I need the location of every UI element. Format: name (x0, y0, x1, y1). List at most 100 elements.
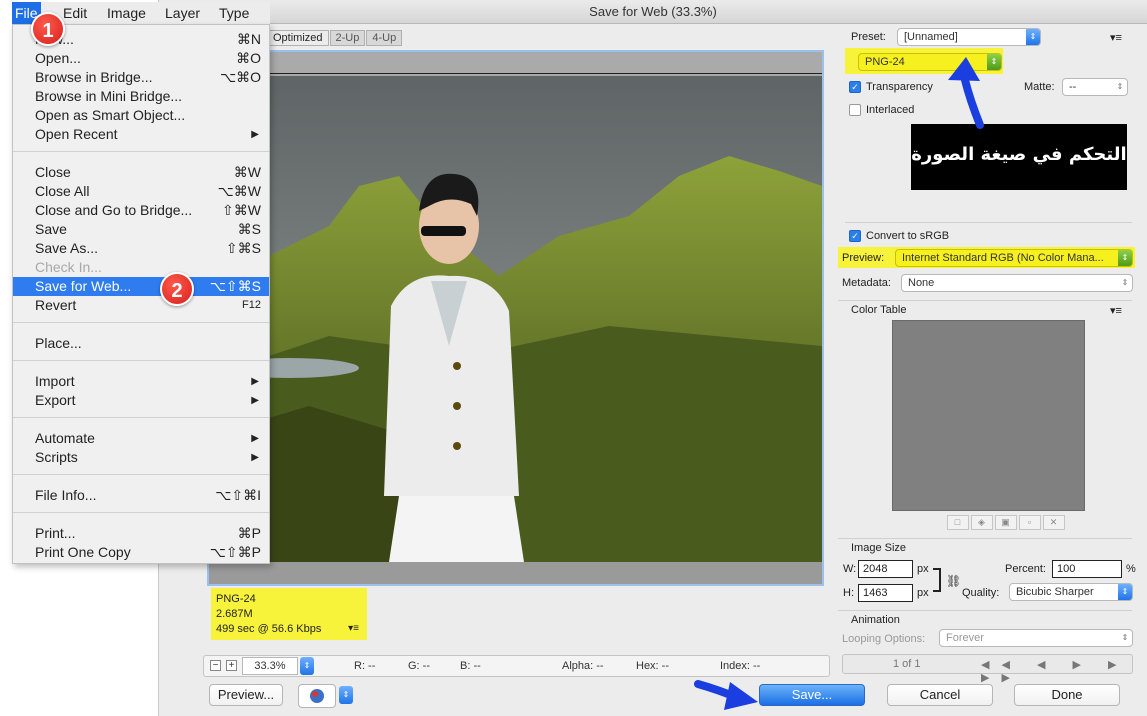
trash-icon[interactable]: ✕ (1042, 515, 1065, 530)
matte-label: Matte: (1024, 81, 1055, 93)
preset-label: Preset: (851, 31, 886, 43)
preset-select[interactable]: [Unnamed] ⇕ (897, 28, 1041, 46)
done-button[interactable]: Done (1014, 684, 1120, 706)
animation-controls: 1 of 1 ◀◀ ◀ ▶ ▶ ▶▶ (842, 654, 1133, 684)
menu-item-import[interactable]: Import ▶ (13, 372, 269, 391)
link-chain-icon[interactable]: ⛓ (946, 574, 961, 588)
browser-globe-icon (310, 689, 324, 703)
menu-item-close-all[interactable]: Close All ⌥⌘W (13, 182, 269, 201)
menu-item-save-as[interactable]: Save As... ⇧⌘S (13, 239, 269, 258)
matte-select[interactable]: -- ⇕ (1062, 78, 1128, 96)
menu-type[interactable]: Type (219, 5, 249, 21)
info-file-size: 2.687M (216, 608, 253, 620)
chevron-updown-icon: ⇕ (1121, 278, 1129, 287)
menu-separator (13, 360, 269, 361)
browser-dropdown-icon[interactable]: ⇕ (339, 686, 353, 704)
color-table-label: Color Table (851, 304, 907, 316)
screenshot: Save for Web (33.3%) Optimized 2-Up 4-Up (0, 0, 1147, 716)
menu-item-save[interactable]: Save ⌘S (13, 220, 269, 239)
divider (838, 610, 1132, 611)
info-menu-icon[interactable]: ▾≡ (348, 621, 359, 636)
chevron-updown-icon: ⇕ (1026, 29, 1040, 45)
menu-item-export[interactable]: Export ▶ (13, 391, 269, 410)
looping-select[interactable]: Forever ⇕ (939, 629, 1133, 647)
lock-icon[interactable]: ▣ (994, 515, 1017, 530)
looping-label: Looping Options: (842, 633, 926, 645)
menu-edit[interactable]: Edit (63, 5, 87, 21)
menu-item-automate[interactable]: Automate ▶ (13, 429, 269, 448)
tab-4-up[interactable]: 4-Up (366, 30, 403, 46)
percent-field[interactable]: 100 (1052, 560, 1122, 578)
width-field[interactable]: 2048 (858, 560, 913, 578)
zoom-level[interactable]: 33.3% (242, 657, 298, 675)
cancel-button[interactable]: Cancel (887, 684, 993, 706)
canvas-border-top (209, 52, 822, 74)
divider (838, 300, 1132, 301)
menu-item-close[interactable]: Close ⌘W (13, 163, 269, 182)
image-preview-area[interactable] (207, 50, 824, 586)
chevron-updown-icon: ⇕ (1116, 82, 1124, 91)
menu-item-file-info[interactable]: File Info... ⌥⇧⌘I (13, 486, 269, 505)
alpha-readout: Alpha: -- (562, 660, 604, 672)
menu-item-place[interactable]: Place... (13, 334, 269, 353)
menu-layer[interactable]: Layer (165, 5, 200, 21)
looping-value: Forever (946, 632, 984, 644)
tab-optimized[interactable]: Optimized (267, 30, 329, 46)
tab-2-up[interactable]: 2-Up (329, 30, 366, 46)
metadata-label: Metadata: (842, 277, 891, 289)
menu-item-close-go-bridge[interactable]: Close and Go to Bridge... ⇧⌘W (13, 201, 269, 220)
menu-item-browse-bridge[interactable]: Browse in Bridge... ⌥⌘O (13, 68, 269, 87)
color-table-toolbar: □ ◈ ▣ ▫ ✕ (926, 515, 1085, 532)
menu-item-print-one-copy[interactable]: Print One Copy ⌥⇧⌘P (13, 543, 269, 562)
file-menu: New...⌘N Open...⌘O Browse in Bridge...⌥⌘… (12, 24, 270, 564)
chevron-updown-icon: ⇕ (1118, 584, 1132, 600)
info-download-time: 499 sec @ 56.6 Kbps (216, 623, 322, 635)
optimize-menu-icon[interactable]: ▾≡ (1110, 31, 1122, 44)
transparency-checkbox[interactable]: ✓ (849, 81, 861, 93)
index-readout: Index: -- (720, 660, 761, 672)
blue-readout: B: -- (460, 660, 481, 672)
menu-image[interactable]: Image (107, 5, 146, 21)
view-tabs: Optimized 2-Up 4-Up (267, 30, 403, 46)
menu-item-revert[interactable]: Revert F12 (13, 296, 269, 315)
map-transparent-icon[interactable]: □ (946, 515, 969, 530)
zoom-stepper-icon[interactable]: ⇕ (300, 657, 314, 675)
zoom-out-button[interactable]: − (210, 660, 221, 671)
web-snap-icon[interactable]: ◈ (970, 515, 993, 530)
interlaced-checkbox[interactable] (849, 104, 861, 116)
browser-preview-button[interactable] (298, 684, 336, 708)
new-color-icon[interactable]: ▫ (1018, 515, 1041, 530)
interlaced-label: Interlaced (866, 104, 915, 116)
divider (838, 538, 1132, 539)
menu-item-save-for-web[interactable]: Save for Web... ⌥⇧⌘S (13, 277, 269, 296)
height-field[interactable]: 1463 (858, 584, 913, 602)
save-button[interactable]: Save... (759, 684, 865, 706)
color-table-menu-icon[interactable]: ▾≡ (1110, 304, 1122, 317)
constrain-bracket (933, 568, 941, 592)
step-badge-2: 2 (160, 272, 194, 306)
frame-counter: 1 of 1 (893, 658, 921, 670)
playback-icons[interactable]: ◀◀ ◀ ▶ ▶ ▶▶ (981, 658, 1132, 684)
preview-value: Internet Standard RGB (No Color Mana... (902, 252, 1104, 264)
percent-label: Percent: (1005, 563, 1046, 575)
menu-item-scripts[interactable]: Scripts ▶ (13, 448, 269, 467)
divider (845, 222, 1132, 223)
quality-select[interactable]: Bicubic Sharper ⇕ (1009, 583, 1133, 601)
width-label: W: (843, 563, 857, 575)
menu-separator (13, 474, 269, 475)
step-badge-1: 1 (31, 12, 65, 46)
zoom-in-button[interactable]: + (226, 660, 237, 671)
preview-button[interactable]: Preview... (209, 684, 283, 706)
menu-item-open-smart-object[interactable]: Open as Smart Object... (13, 106, 269, 125)
preview-select[interactable]: Internet Standard RGB (No Color Mana... … (895, 249, 1133, 267)
menu-item-open[interactable]: Open... ⌘O (13, 49, 269, 68)
arabic-callout: التحكم في صيغة الصورة (911, 124, 1127, 190)
menu-item-open-recent[interactable]: Open Recent ▶ (13, 125, 269, 144)
convert-srgb-checkbox[interactable]: ✓ (849, 230, 861, 242)
quality-value: Bicubic Sharper (1016, 586, 1094, 598)
menu-item-browse-mini-bridge[interactable]: Browse in Mini Bridge... (13, 87, 269, 106)
menu-item-print[interactable]: Print... ⌘P (13, 524, 269, 543)
image-size-label: Image Size (851, 542, 907, 554)
menu-separator (13, 322, 269, 323)
metadata-select[interactable]: None ⇕ (901, 274, 1133, 292)
